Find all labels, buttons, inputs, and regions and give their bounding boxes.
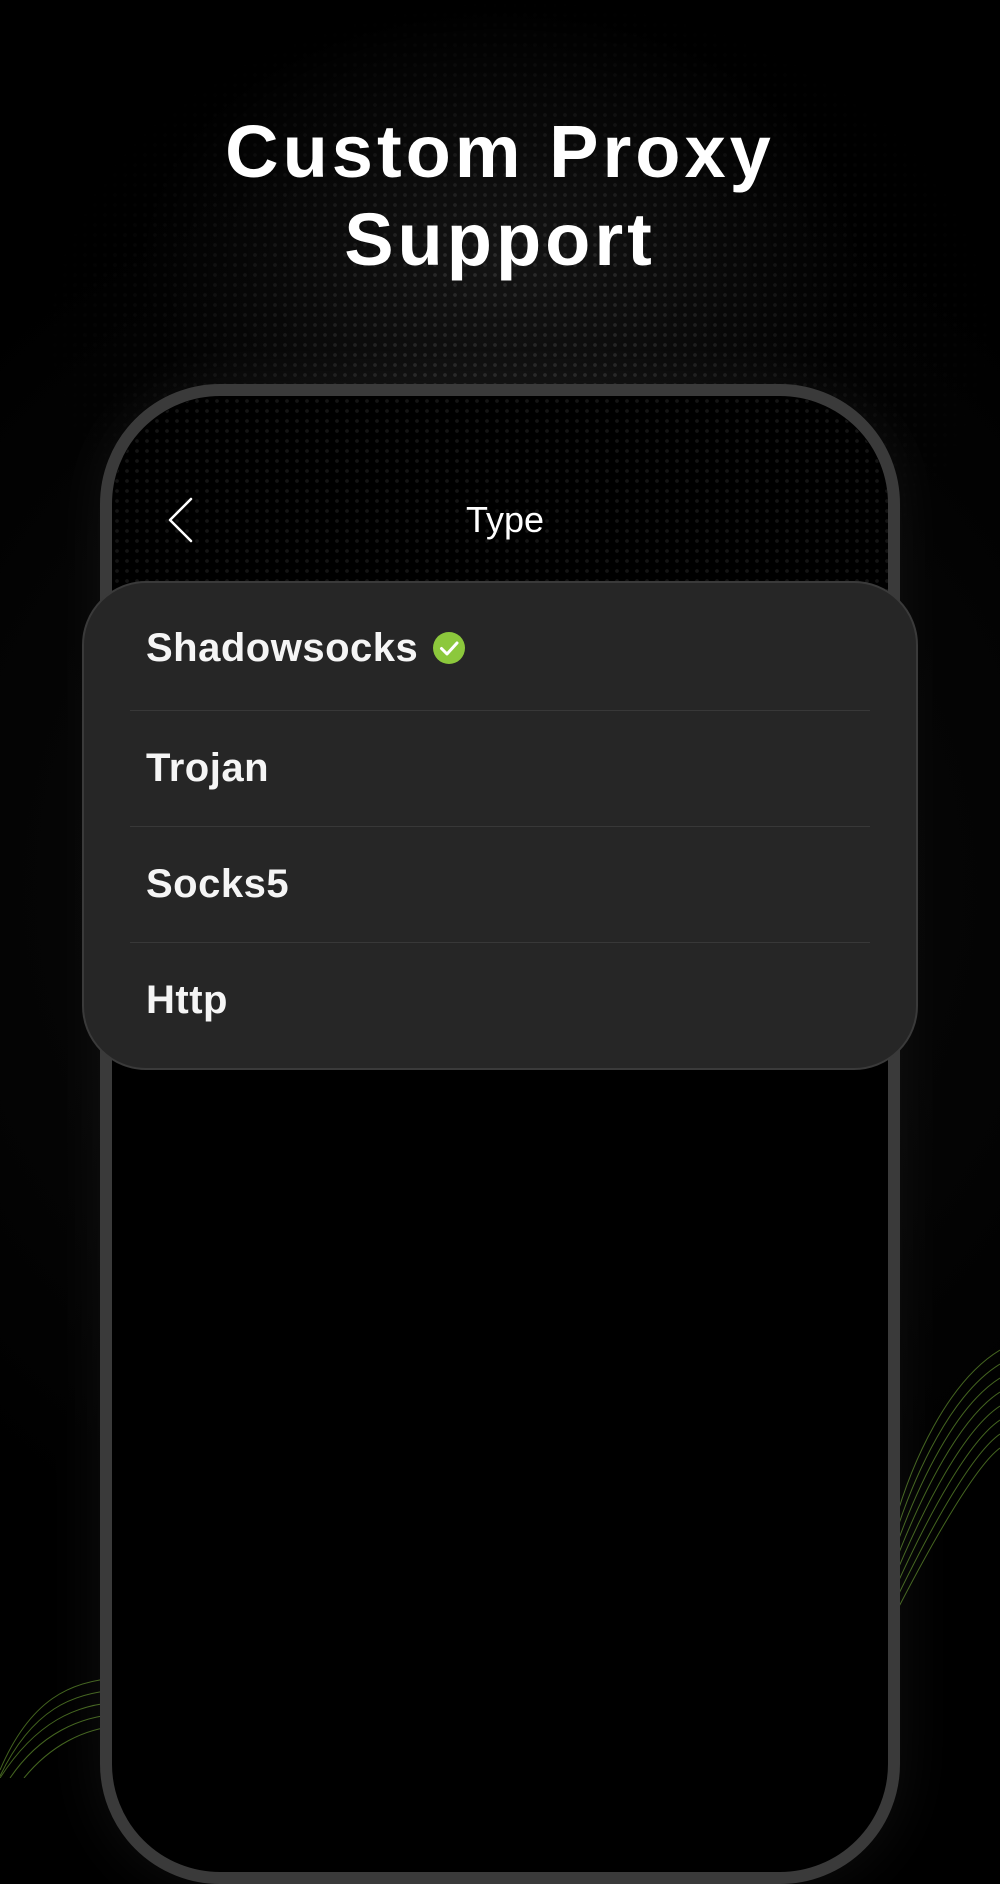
headline-line-1: Custom Proxy xyxy=(225,110,775,193)
headline-line-2: Support xyxy=(344,198,656,281)
option-label: Http xyxy=(146,977,228,1022)
option-label: Trojan xyxy=(146,745,270,790)
option-http[interactable]: Http xyxy=(84,943,916,1057)
decorative-wave-right xyxy=(890,1349,1000,1625)
nav-title: Type xyxy=(465,499,545,540)
back-button[interactable] xyxy=(160,495,200,545)
option-label: Shadowsocks xyxy=(146,625,419,670)
option-socks5[interactable]: Socks5 xyxy=(84,827,916,941)
headline: Custom Proxy Support xyxy=(0,108,1000,284)
check-circle-icon xyxy=(433,632,466,664)
chevron-left-icon xyxy=(168,497,193,543)
option-trojan[interactable]: Trojan xyxy=(84,711,916,825)
option-shadowsocks[interactable]: Shadowsocks xyxy=(84,591,916,705)
option-label: Socks5 xyxy=(146,861,290,906)
proxy-type-sheet: Shadowsocks Trojan Socks5 Http xyxy=(82,581,918,1070)
